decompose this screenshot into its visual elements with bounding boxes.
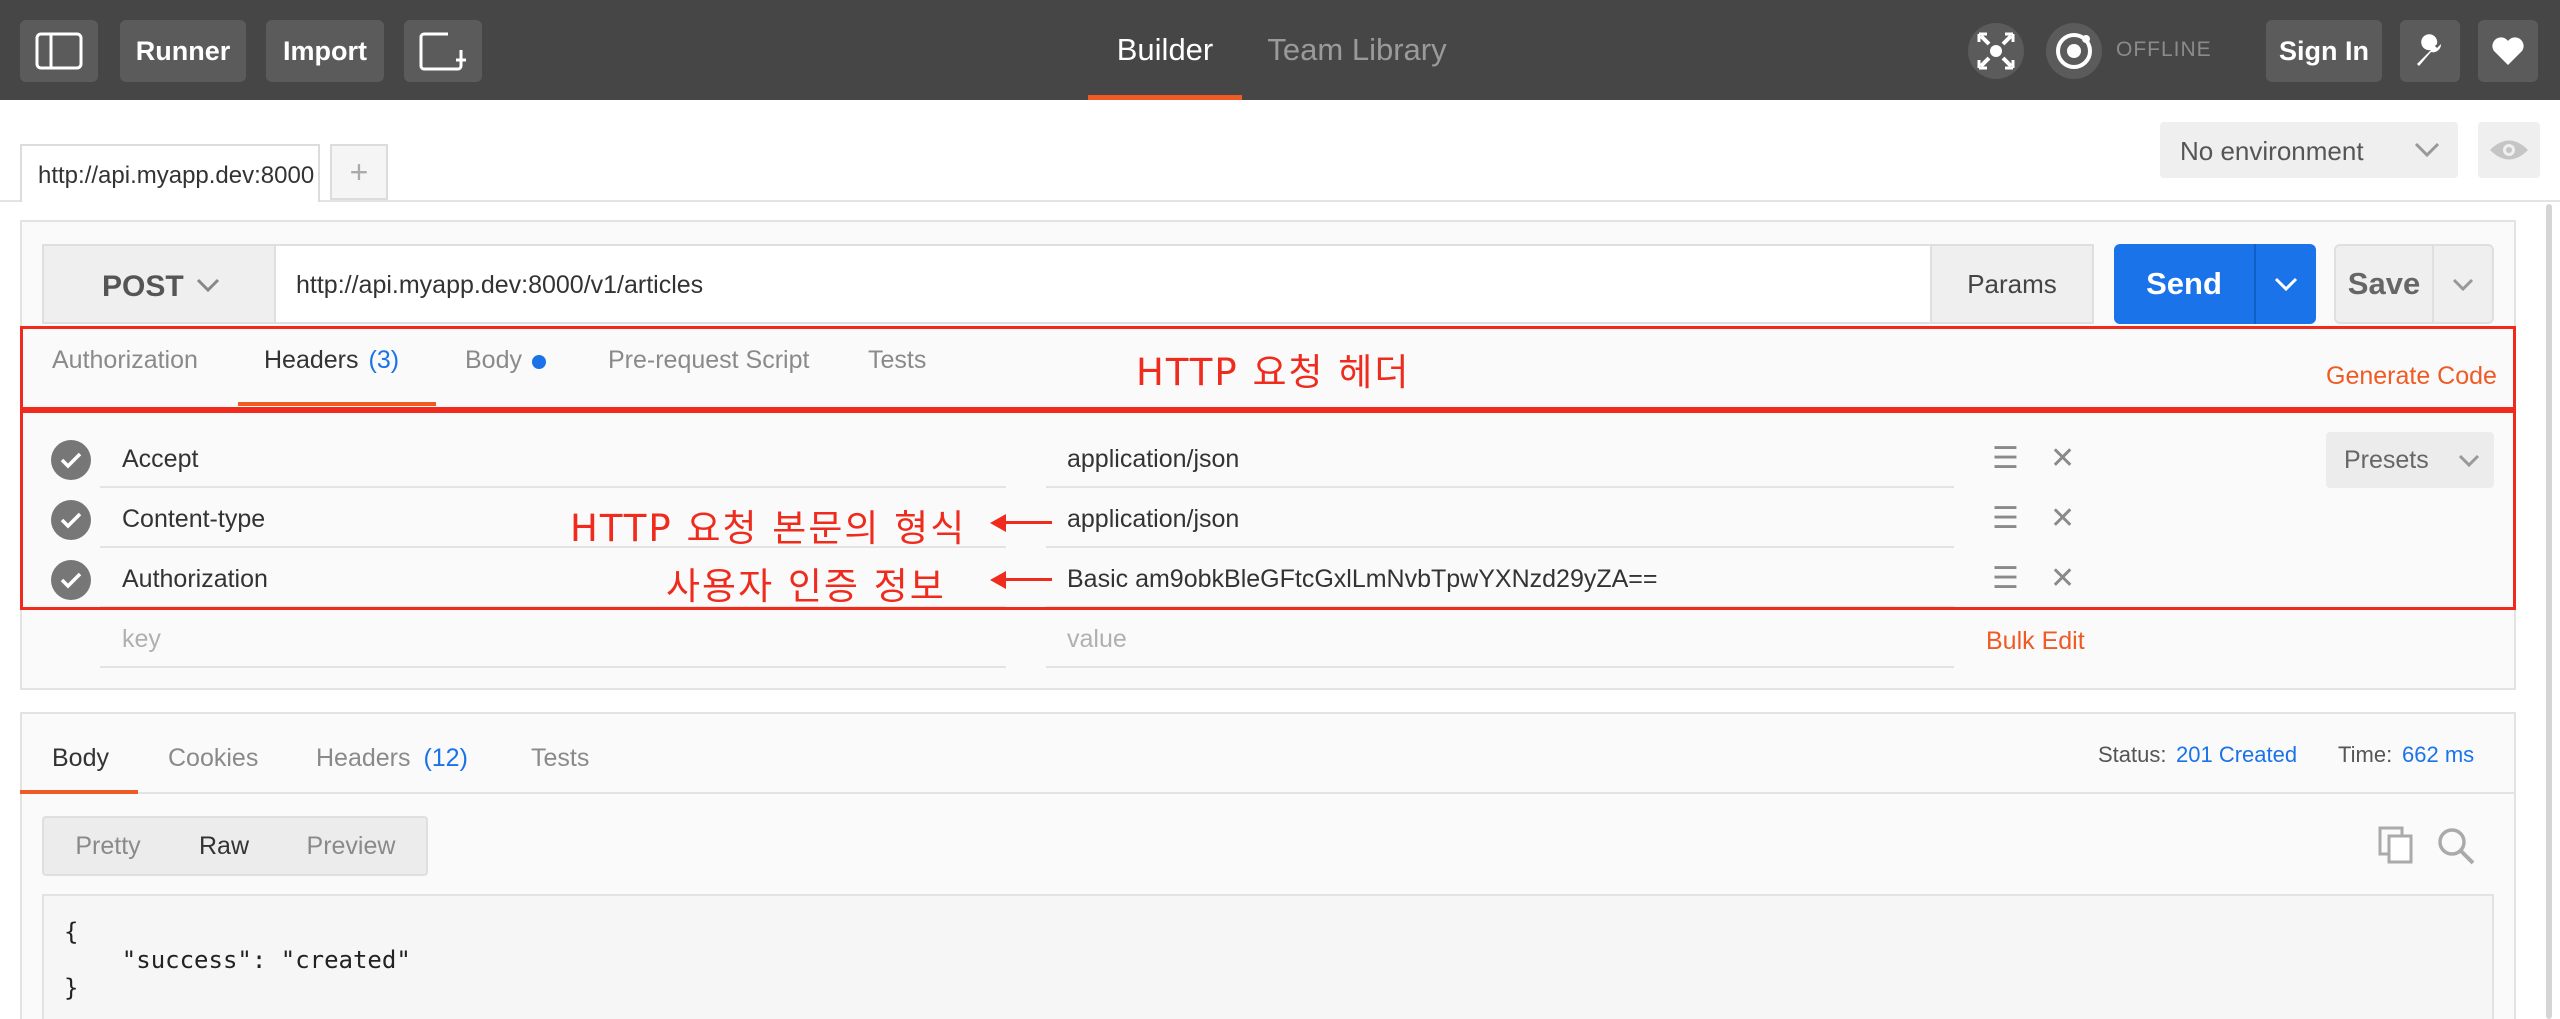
new-window-icon [419,32,466,71]
page-scrollbar[interactable] [2546,204,2552,1019]
favorite-button[interactable] [2478,20,2538,82]
tabs-divider [0,200,2560,202]
chevron-down-icon [2274,277,2298,291]
response-tab-tests-label: Tests [531,744,590,772]
response-tab-body[interactable]: Body [20,744,138,794]
response-tab-headers[interactable]: Headers (12) [316,744,468,794]
add-tab-button[interactable]: + [330,144,388,200]
status-value: 201 Created [2176,742,2298,767]
response-tab-cookies-label: Cookies [168,744,259,772]
response-tab-cookies[interactable]: Cookies [168,744,258,794]
save-options-button[interactable] [2434,244,2494,324]
response-body[interactable]: { "success": "created"} [42,894,2494,1019]
new-window-button[interactable] [404,20,482,82]
top-toolbar: Runner Import Builder Team Library OFFLI… [0,0,2560,100]
environment-quick-look-button[interactable] [2478,122,2540,178]
wrench-icon [2417,34,2442,66]
copy-response-button[interactable] [2378,826,2414,869]
sync-status-button[interactable] [2046,23,2102,79]
sign-in-button[interactable]: Sign In [2266,20,2382,82]
annotation-http-headers: HTTP 요청 헤더 [1136,351,1411,394]
view-mode-pretty[interactable]: Pretty [42,816,172,876]
annotation-auth-info: 사용자 인증 정보 [666,565,946,608]
view-mode-preview[interactable]: Preview [276,816,428,876]
nav-team-library-label: Team Library [1267,32,1447,67]
response-body-line: { [64,918,79,946]
nav-builder[interactable]: Builder [1088,0,1242,100]
url-input[interactable]: http://api.myapp.dev:8000/v1/articles [274,244,1932,324]
response-headers-count: (12) [423,744,468,772]
chevron-down-icon [2414,142,2440,158]
new-header-value-input[interactable]: value [1067,625,1127,654]
settings-button[interactable] [2400,20,2460,82]
bulk-edit-link[interactable]: Bulk Edit [1986,627,2085,656]
method-select[interactable]: POST [42,244,274,324]
response-tab-tests[interactable]: Tests [531,744,589,794]
new-header-key-input[interactable]: key [122,625,161,654]
interceptor-button[interactable] [1968,23,2024,79]
sidebar-icon [35,32,83,70]
heart-icon [2492,37,2524,65]
nav-builder-label: Builder [1116,32,1214,67]
search-icon [2438,828,2475,865]
time-label: Time: [2338,742,2393,767]
method-label: POST [102,270,184,303]
status-label: Status: [2098,742,2167,767]
response-body-line: } [64,974,79,1002]
params-button[interactable]: Params [1930,244,2094,324]
chevron-down-icon [196,278,220,292]
active-tab-indicator [20,790,138,794]
time-value: 662 ms [2402,742,2475,767]
toggle-sidebar-button[interactable] [20,20,98,82]
save-button[interactable]: Save [2334,244,2434,324]
view-mode-raw[interactable]: Raw [172,816,276,876]
eye-icon [2490,140,2528,160]
annotation-arrow-line [1000,578,1052,581]
send-options-button[interactable] [2254,244,2316,324]
copy-icon [2378,826,2413,864]
active-nav-indicator [1088,95,1242,100]
response-body-line: "success": "created" [64,946,411,974]
environment-select-label: No environment [2180,136,2364,166]
row-divider [100,666,1006,668]
response-tab-body-label: Body [52,744,109,772]
search-response-button[interactable] [2436,826,2476,871]
response-tab-headers-label: Headers [316,744,411,772]
request-tab[interactable]: http://api.myapp.dev:8000 [20,144,320,202]
send-button[interactable]: Send [2114,244,2254,324]
annotation-body-format: HTTP 요청 본문의 형식 [570,507,967,550]
annotation-arrow-line [1000,521,1052,524]
chevron-down-icon [2452,278,2474,291]
nav-team-library[interactable]: Team Library [1262,0,1452,100]
interceptor-icon [1977,32,2015,70]
sync-status-icon [2056,33,2092,69]
row-divider [1046,666,1954,668]
offline-status: OFFLINE [2116,38,2212,61]
runner-button[interactable]: Runner [120,20,246,82]
import-button[interactable]: Import [266,20,384,82]
environment-select[interactable]: No environment [2160,122,2458,178]
annotation-box-header-rows [20,410,2516,610]
